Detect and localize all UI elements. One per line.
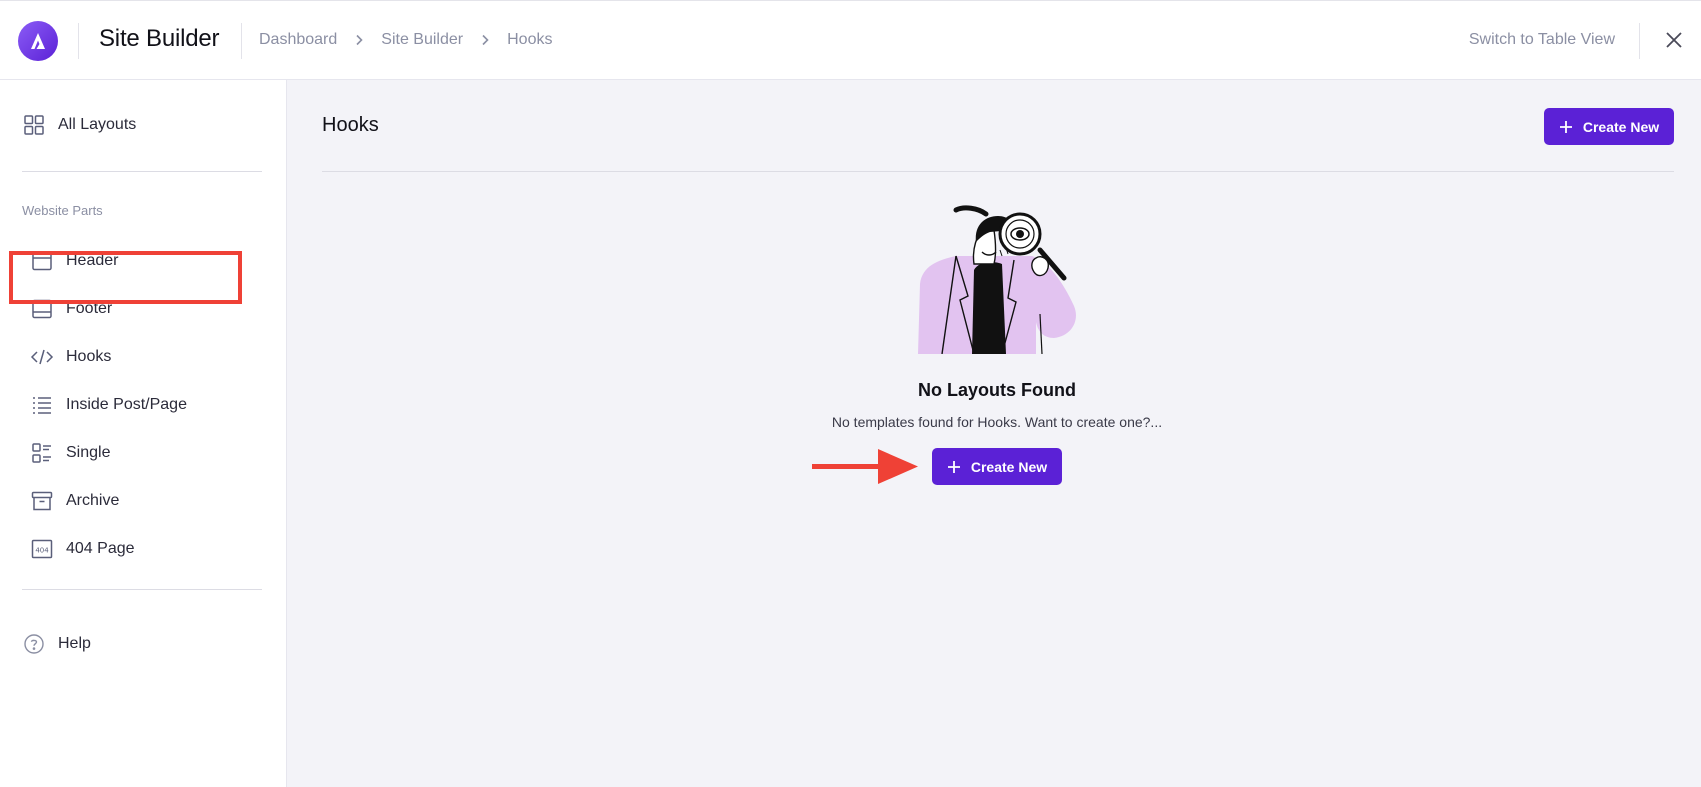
archive-box-icon <box>30 489 54 513</box>
plus-icon <box>947 460 961 474</box>
magnifying-glass-person-illustration <box>916 204 1080 355</box>
empty-state-title: No Layouts Found <box>918 380 1076 400</box>
sidebar-item-label: Hooks <box>66 348 112 365</box>
arrow-right-icon <box>812 447 920 487</box>
sidebar-divider <box>22 589 262 590</box>
highlight-box <box>9 251 242 304</box>
close-icon[interactable] <box>1663 29 1685 51</box>
sidebar-item-404-page[interactable]: 404 404 Page <box>30 534 135 564</box>
breadcrumb-item-site-builder[interactable]: Site Builder <box>381 31 463 49</box>
chevron-right-icon <box>481 34 489 46</box>
create-new-label: Create New <box>1582 118 1660 135</box>
empty-state-create-new-button[interactable]: Create New <box>932 448 1062 485</box>
topbar-divider <box>241 23 242 59</box>
breadcrumb-item-dashboard[interactable]: Dashboard <box>259 31 337 49</box>
astra-logo-icon[interactable] <box>18 21 58 61</box>
switch-to-table-view-link[interactable]: Switch to Table View <box>1469 31 1615 49</box>
top-bar: Site Builder Dashboard Site Builder Hook… <box>0 0 1701 80</box>
create-new-button[interactable]: Create New <box>1544 108 1674 145</box>
page-title: Hooks <box>322 114 379 136</box>
sidebar-divider <box>22 171 262 172</box>
app-title: Site Builder <box>99 25 220 52</box>
sidebar-item-single[interactable]: Single <box>30 438 110 468</box>
sidebar-item-archive[interactable]: Archive <box>30 486 119 516</box>
sidebar-item-label: Help <box>58 635 91 652</box>
svg-text:404: 404 <box>35 547 49 555</box>
sidebar-item-label: All Layouts <box>58 116 137 133</box>
breadcrumb-item-hooks: Hooks <box>507 31 553 48</box>
empty-state-subtitle: No templates found for Hooks. Want to cr… <box>831 414 1163 430</box>
sidebar-item-label: Single <box>66 444 111 461</box>
chevron-right-icon <box>355 34 363 46</box>
grid-icon <box>22 113 46 137</box>
404-icon: 404 <box>30 537 54 561</box>
sidebar-item-all-layouts[interactable]: All Layouts <box>22 110 136 140</box>
sidebar-item-help[interactable]: Help <box>22 629 91 659</box>
code-icon <box>30 345 54 369</box>
sidebar-item-label: 404 Page <box>66 540 135 557</box>
plus-icon <box>1559 120 1573 134</box>
content-divider <box>322 171 1674 172</box>
sidebar: All Layouts Website Parts Header Footer … <box>0 80 287 787</box>
single-layout-icon <box>30 441 54 465</box>
breadcrumb: Dashboard Site Builder Hooks <box>259 31 552 49</box>
sidebar-section-label: Website Parts <box>22 203 103 218</box>
sidebar-item-label: Archive <box>66 492 120 509</box>
topbar-divider <box>78 23 79 59</box>
create-new-label: Create New <box>970 458 1048 475</box>
help-circle-icon <box>22 632 46 656</box>
topbar-divider <box>1639 23 1640 59</box>
sidebar-item-hooks[interactable]: Hooks <box>30 342 111 372</box>
